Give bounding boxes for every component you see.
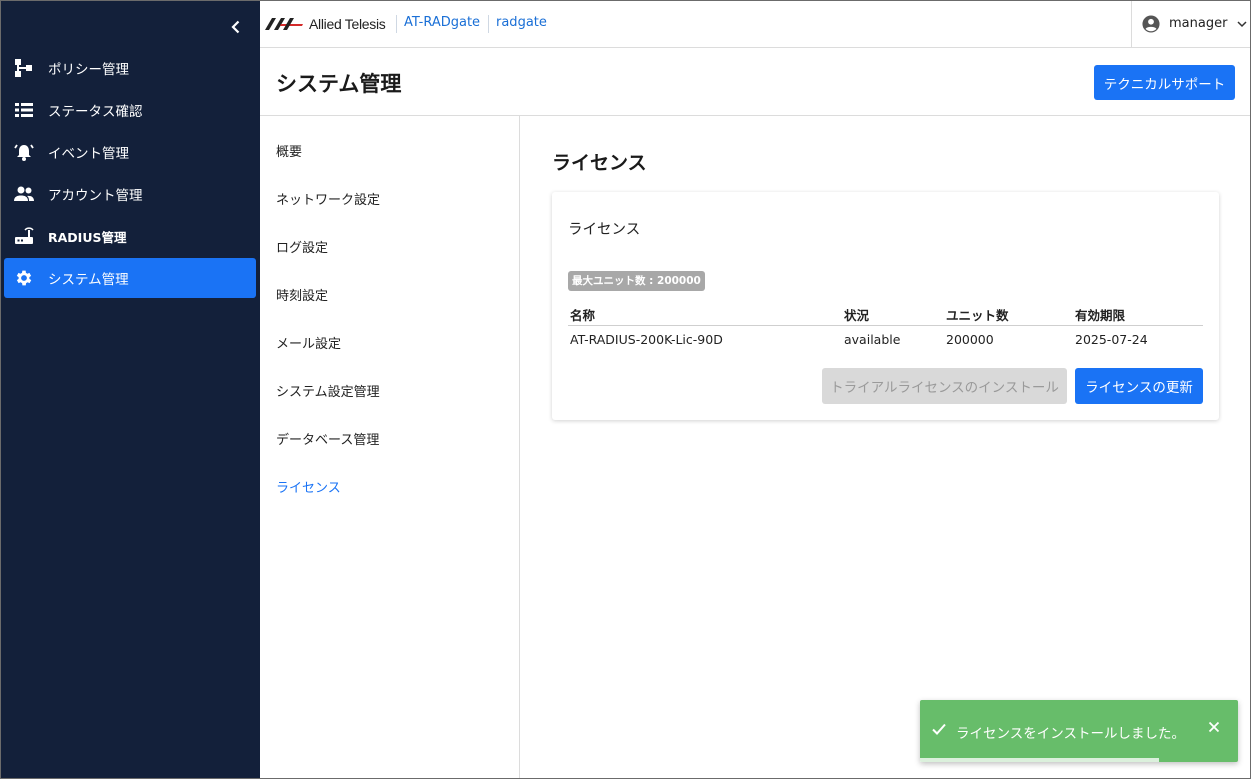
user-menu[interactable]: manager: [1131, 0, 1251, 47]
table-row: AT-RADIUS-200K-Lic-90D available 200000 …: [568, 326, 1203, 353]
column-header-status: 状況: [844, 308, 870, 323]
sidebar-nav: ポリシー管理 ステータス確認 イベント管理 アカウント管理 RADIUS管理 シ…: [4, 48, 256, 300]
logo-mark-icon: [265, 18, 303, 30]
page-header: システム管理 テクニカルサポート: [260, 48, 1251, 116]
account-circle-icon: [1142, 14, 1160, 33]
sidebar-item-system[interactable]: システム管理: [4, 258, 256, 298]
sidebar-item-label: ポリシー管理: [48, 62, 129, 78]
sidebar-item-label: RADIUS管理: [48, 229, 127, 245]
technical-support-button[interactable]: テクニカルサポート: [1094, 65, 1235, 100]
sidebar: ポリシー管理 ステータス確認 イベント管理 アカウント管理 RADIUS管理 シ…: [0, 0, 260, 779]
check-icon: [932, 723, 946, 735]
section-title: ライセンス: [552, 152, 647, 174]
sidebar-item-label: システム管理: [48, 272, 129, 288]
card-title: ライセンス: [568, 222, 641, 238]
top-header: Allied Telesis AT-RADgate radgate manage…: [260, 0, 1251, 48]
update-license-button[interactable]: ライセンスの更新: [1075, 368, 1203, 404]
subnav-item-time[interactable]: 時刻設定: [276, 285, 328, 304]
cell-expiry: 2025-07-24: [1075, 332, 1148, 347]
column-header-expiry: 有効期限: [1075, 308, 1126, 323]
subnav-item-network[interactable]: ネットワーク設定: [276, 189, 380, 208]
breadcrumb-separator: [396, 15, 397, 33]
sidebar-item-label: イベント管理: [48, 146, 129, 162]
column-header-name: 名称: [570, 308, 596, 323]
install-trial-license-button: トライアルライセンスのインストール: [822, 368, 1067, 404]
sidebar-item-status[interactable]: ステータス確認: [4, 90, 256, 130]
allied-telesis-logo[interactable]: Allied Telesis: [265, 14, 386, 34]
table-header: 名称 状況 ユニット数 有効期限: [568, 299, 1203, 326]
close-icon[interactable]: [1206, 719, 1222, 735]
max-units-badge: 最大ユニット数 : 200000: [568, 271, 705, 291]
subnav-item-overview[interactable]: 概要: [276, 141, 302, 160]
sidebar-item-policy[interactable]: ポリシー管理: [4, 48, 256, 88]
logo-text: Allied Telesis: [309, 16, 386, 32]
cell-status: available: [844, 332, 901, 347]
subnav-item-config[interactable]: システム設定管理: [276, 381, 380, 400]
user-name: manager: [1169, 16, 1228, 31]
policy-tree-icon: [13, 57, 35, 79]
sidebar-item-label: アカウント管理: [48, 188, 143, 204]
breadcrumb-product[interactable]: AT-RADgate: [404, 15, 480, 30]
router-icon: [13, 225, 35, 247]
subnav-item-log[interactable]: ログ設定: [276, 237, 328, 256]
sidebar-item-label: ステータス確認: [48, 104, 143, 120]
breadcrumb-host[interactable]: radgate: [496, 15, 547, 30]
cell-name: AT-RADIUS-200K-Lic-90D: [570, 332, 723, 347]
sidebar-item-radius[interactable]: RADIUS管理: [4, 216, 256, 256]
breadcrumb-separator: [488, 15, 489, 33]
toast-timer-bar: [920, 758, 1159, 762]
people-icon: [13, 183, 35, 205]
chevron-down-icon: [1237, 20, 1247, 27]
column-header-units: ユニット数: [946, 308, 1009, 323]
sidebar-item-accounts[interactable]: アカウント管理: [4, 174, 256, 214]
license-card: ライセンス 最大ユニット数 : 200000 名称 状況 ユニット数 有効期限 …: [552, 192, 1219, 420]
page-title: システム管理: [276, 72, 402, 96]
gear-icon: [13, 267, 35, 289]
list-icon: [13, 99, 35, 121]
alarm-bell-icon: [13, 141, 35, 163]
sidebar-item-events[interactable]: イベント管理: [4, 132, 256, 172]
subnav-item-mail[interactable]: メール設定: [276, 333, 341, 352]
success-toast: ライセンスをインストールしました。: [920, 700, 1238, 762]
collapse-sidebar-icon[interactable]: [226, 17, 246, 37]
system-subnav: 概要 ネットワーク設定 ログ設定 時刻設定 メール設定 システム設定管理 データ…: [260, 116, 520, 779]
subnav-item-database[interactable]: データベース管理: [276, 429, 379, 448]
subnav-item-license[interactable]: ライセンス: [276, 477, 341, 496]
toast-message: ライセンスをインストールしました。: [956, 726, 1185, 742]
cell-units: 200000: [946, 332, 994, 347]
